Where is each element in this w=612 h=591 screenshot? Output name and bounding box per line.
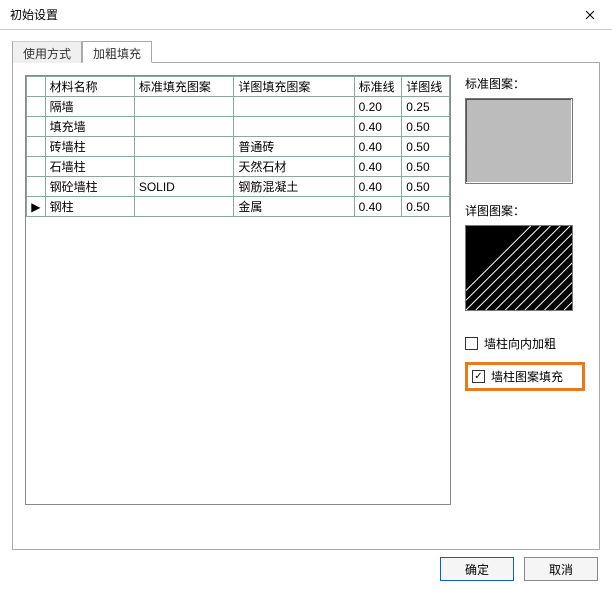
material-table[interactable]: 材料名称 标准填充图案 详图填充图案 标准线 详图线 隔墙0.200.25填充墙… [25,75,451,505]
cell-std-pattern[interactable] [134,117,234,137]
cell-std-w[interactable]: 0.40 [354,197,402,217]
checkbox-icon [472,370,485,383]
table-row[interactable]: ▶钢柱 金属0.400.50 [27,197,450,217]
cell-name[interactable]: 钢砼墙柱 [45,177,134,197]
cell-detail-pattern[interactable]: 天然石材 [234,157,354,177]
checkbox-label: 墙柱向内加粗 [484,335,556,352]
table-row[interactable]: 石墙柱 天然石材0.400.50 [27,157,450,177]
cell-std-w[interactable]: 0.40 [354,177,402,197]
table-row[interactable]: 钢砼墙柱SOLID钢筋混凝土0.400.50 [27,177,450,197]
tab-label: 加粗填充 [93,47,141,61]
cell-std-pattern[interactable] [134,157,234,177]
cell-std-pattern[interactable] [134,97,234,117]
checkbox-pattern-fill[interactable]: 墙柱图案填充 [472,368,563,385]
std-pattern-swatch[interactable] [465,98,573,184]
detail-pattern-label: 详图图案： [465,202,585,219]
ok-button[interactable]: 确定 [440,557,514,581]
detail-pattern-swatch[interactable] [465,225,573,311]
row-marker: ▶ [27,197,46,217]
table-row[interactable]: 隔墙 0.200.25 [27,97,450,117]
tab-label: 使用方式 [23,47,71,61]
cell-std-w[interactable]: 0.20 [354,97,402,117]
row-marker [27,117,46,137]
cell-det-w[interactable]: 0.50 [402,137,450,157]
cell-std-w[interactable]: 0.40 [354,157,402,177]
col-std-pattern[interactable]: 标准填充图案 [134,77,234,97]
cell-name[interactable]: 填充墙 [45,117,134,137]
window-title: 初始设置 [10,6,58,23]
tab-usage[interactable]: 使用方式 [12,41,82,63]
std-pattern-label: 标准图案： [465,75,585,92]
table-header-row: 材料名称 标准填充图案 详图填充图案 标准线 详图线 [27,77,450,97]
row-marker [27,97,46,117]
tab-panel: 材料名称 标准填充图案 详图填充图案 标准线 详图线 隔墙0.200.25填充墙… [12,62,600,550]
cell-name[interactable]: 石墙柱 [45,157,134,177]
row-marker [27,177,46,197]
cell-det-w[interactable]: 0.50 [402,197,450,217]
cell-std-pattern[interactable] [134,197,234,217]
checkbox-label: 墙柱图案填充 [491,368,563,385]
close-button[interactable] [567,0,612,30]
dialog-footer: 确定 取消 [440,557,598,581]
cell-det-w[interactable]: 0.25 [402,97,450,117]
cell-detail-pattern[interactable]: 普通砖 [234,137,354,157]
table-row[interactable]: 砖墙柱 普通砖0.400.50 [27,137,450,157]
cell-det-w[interactable]: 0.50 [402,157,450,177]
col-detail-line[interactable]: 详图线 [402,77,450,97]
cell-name[interactable]: 隔墙 [45,97,134,117]
cancel-button[interactable]: 取消 [524,557,598,581]
row-marker [27,157,46,177]
tab-bold-fill[interactable]: 加粗填充 [82,41,152,63]
cell-detail-pattern[interactable] [234,97,354,117]
button-label: 取消 [549,561,573,578]
cell-name[interactable]: 钢柱 [45,197,134,217]
col-detail-pattern[interactable]: 详图填充图案 [234,77,354,97]
titlebar: 初始设置 [0,0,612,30]
cell-std-w[interactable]: 0.40 [354,117,402,137]
cell-det-w[interactable]: 0.50 [402,117,450,137]
table-row[interactable]: 填充墙 0.400.50 [27,117,450,137]
row-marker [27,137,46,157]
tab-bar: 使用方式 加粗填充 [12,40,600,62]
col-std-line[interactable]: 标准线 [354,77,402,97]
checkbox-pattern-fill-highlight: 墙柱图案填充 [465,362,585,391]
checkbox-icon [465,337,478,350]
cell-std-pattern[interactable] [134,137,234,157]
cell-name[interactable]: 砖墙柱 [45,137,134,157]
checkbox-bold-inward[interactable]: 墙柱向内加粗 [465,335,585,352]
cell-detail-pattern[interactable]: 金属 [234,197,354,217]
cell-std-pattern[interactable]: SOLID [134,177,234,197]
cell-detail-pattern[interactable] [234,117,354,137]
cell-detail-pattern[interactable]: 钢筋混凝土 [234,177,354,197]
side-panel: 标准图案： 详图图案： [465,75,585,537]
col-material-name[interactable]: 材料名称 [45,77,134,97]
close-icon [585,10,595,20]
cell-std-w[interactable]: 0.40 [354,137,402,157]
cell-det-w[interactable]: 0.50 [402,177,450,197]
button-label: 确定 [465,561,489,578]
